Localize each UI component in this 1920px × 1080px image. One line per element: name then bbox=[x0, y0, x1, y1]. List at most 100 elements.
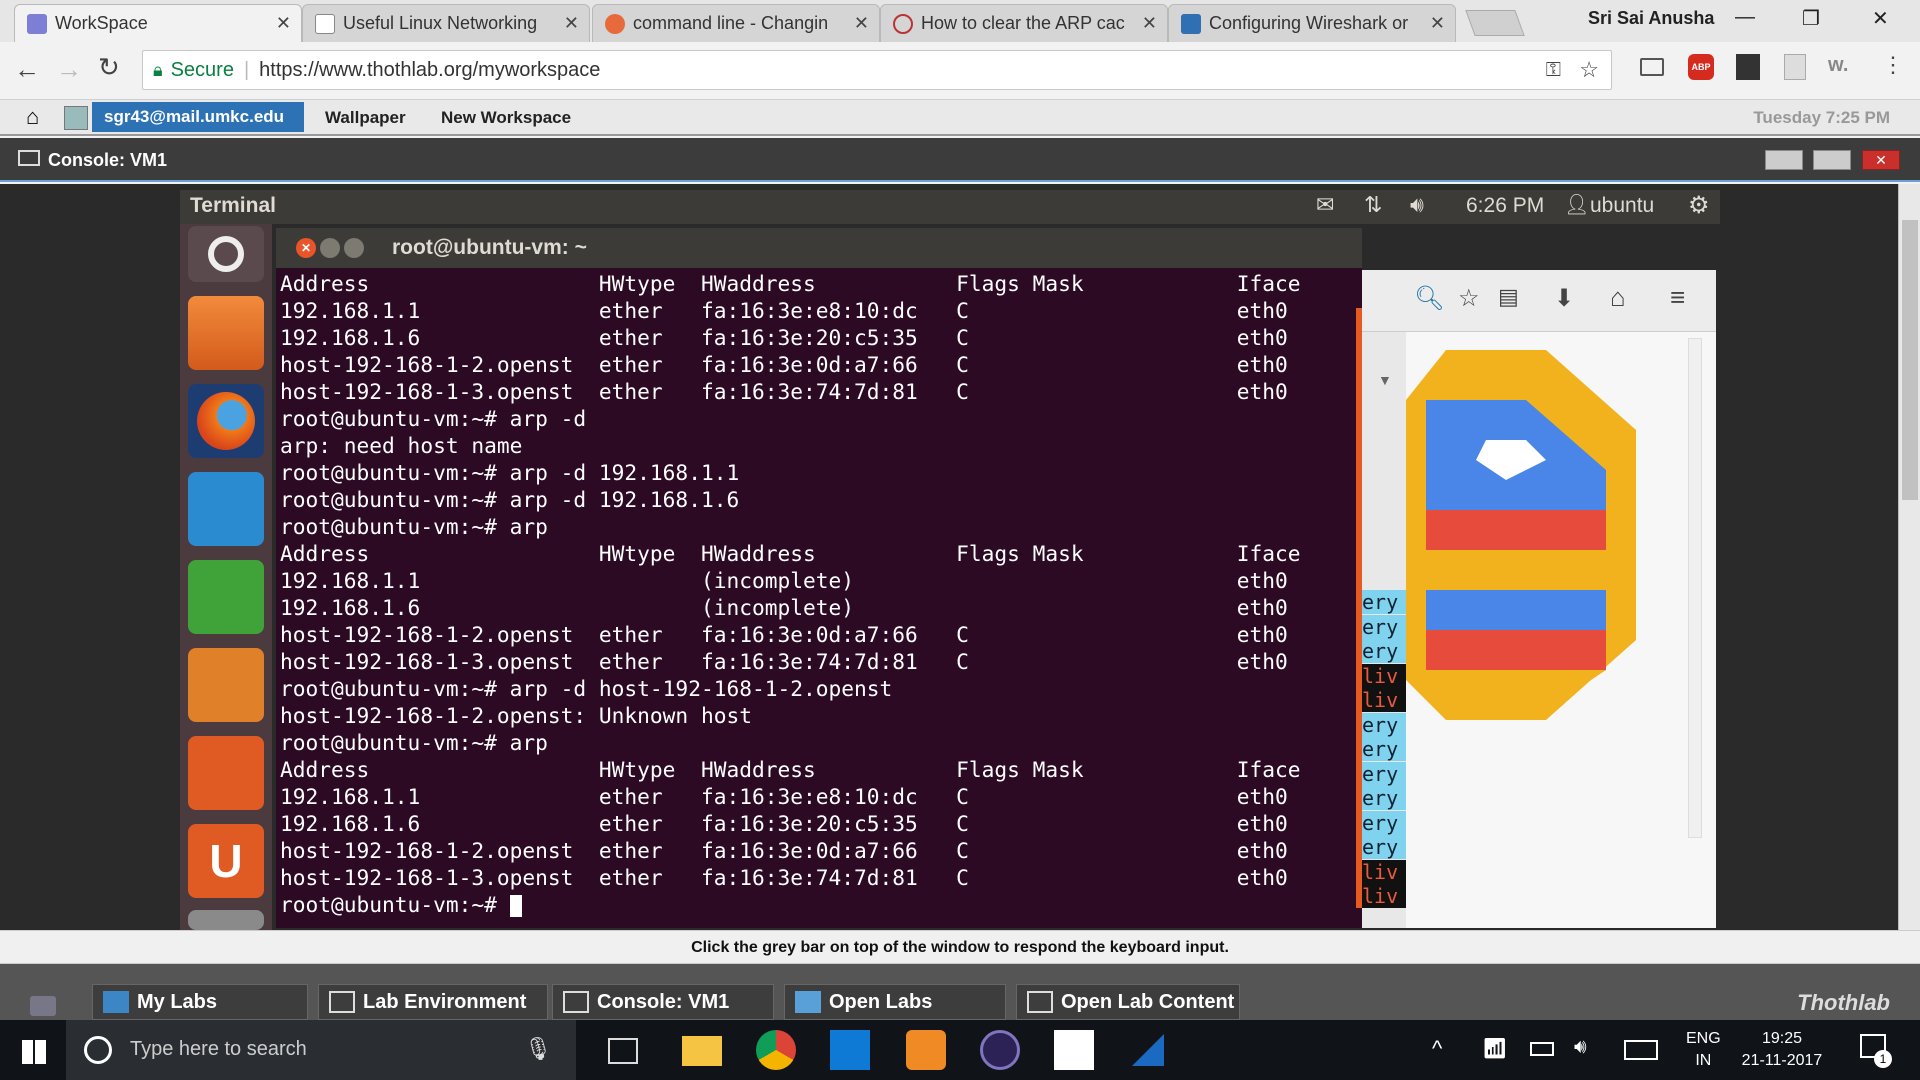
calc-icon[interactable] bbox=[188, 560, 264, 634]
taskbar-search-box[interactable]: Type here to search 🎙︎ bbox=[66, 1020, 576, 1080]
task-view-icon[interactable] bbox=[608, 1038, 638, 1064]
side-word: ery bbox=[1362, 614, 1406, 639]
terminal-line: 192.168.1.1 ether fa:16:3e:e8:10:dc C et… bbox=[280, 298, 1288, 323]
new-tab-button[interactable] bbox=[1465, 10, 1525, 36]
firefox-toolbar: 🔍︎ ☆ ▤ ⬇ ⌂ ≡ bbox=[1362, 270, 1716, 332]
settings-gear-icon[interactable]: ⚙ bbox=[1688, 191, 1710, 220]
thothlab-taskbar: My Labs Lab Environment Console: VM1 Ope… bbox=[0, 964, 1920, 1020]
firefox-reading-icon[interactable]: ▤ bbox=[1498, 284, 1519, 310]
start-icon[interactable] bbox=[30, 996, 56, 1016]
microphone-icon[interactable]: 🎙︎ bbox=[524, 1036, 552, 1062]
key-icon[interactable]: ⚿ bbox=[1546, 59, 1561, 82]
console-close-button[interactable]: ✕ bbox=[1862, 150, 1900, 170]
firefox-download-icon[interactable]: ⬇ bbox=[1554, 284, 1574, 313]
console-titlebar[interactable]: Console: VM1 ✕ bbox=[0, 138, 1920, 182]
back-icon[interactable]: ← bbox=[14, 54, 40, 85]
reader-icon[interactable] bbox=[1736, 54, 1760, 80]
impress-icon[interactable] bbox=[188, 648, 264, 722]
volume-icon[interactable]: 🔊︎ bbox=[1410, 192, 1424, 218]
terminal-titlebar[interactable]: ✕ root@ubuntu-vm: ~ bbox=[276, 228, 1362, 268]
vm-scrollbar[interactable] bbox=[1898, 184, 1920, 930]
writer-icon[interactable] bbox=[188, 472, 264, 546]
taskbar-my-labs[interactable]: My Labs bbox=[92, 984, 308, 1020]
system-settings-icon[interactable] bbox=[188, 910, 264, 930]
side-word: liv bbox=[1362, 663, 1406, 688]
tab-workspace[interactable]: WorkSpace ✕ bbox=[14, 4, 302, 42]
reload-icon[interactable]: ↻ bbox=[98, 52, 120, 83]
bookmark-star-icon[interactable]: ☆ bbox=[1579, 57, 1599, 83]
close-tab-icon[interactable]: ✕ bbox=[276, 13, 291, 34]
battery-icon[interactable] bbox=[1530, 1042, 1554, 1056]
vm-clock[interactable]: 6:26 PM bbox=[1466, 194, 1544, 218]
firefox-menu-icon[interactable]: ≡ bbox=[1670, 282, 1685, 313]
cast-icon[interactable] bbox=[1640, 58, 1664, 76]
labs-icon bbox=[103, 991, 129, 1013]
tab-linux-networking[interactable]: Useful Linux Networking ✕ bbox=[302, 4, 590, 42]
console-maximize-button[interactable] bbox=[1813, 150, 1851, 170]
pdf-icon[interactable] bbox=[1784, 54, 1806, 80]
vm-scrollbar-thumb[interactable] bbox=[1902, 220, 1918, 500]
restore-icon[interactable]: ❐ bbox=[1802, 6, 1820, 31]
monitor-icon bbox=[329, 991, 355, 1013]
wifi-icon[interactable]: 📶︎ bbox=[1482, 1036, 1507, 1061]
eclipse-icon[interactable] bbox=[980, 1030, 1020, 1070]
tray-chevron-icon[interactable]: ^ bbox=[1432, 1036, 1442, 1062]
volume-tray-icon[interactable]: 🔊︎ bbox=[1574, 1036, 1587, 1059]
new-workspace-menu[interactable]: New Workspace bbox=[441, 108, 571, 128]
close-window-icon[interactable]: ✕ bbox=[1872, 6, 1889, 31]
dropdown-arrow-icon[interactable]: ▼ bbox=[1378, 372, 1392, 388]
minimize-icon[interactable]: — bbox=[1735, 6, 1755, 29]
taskbar-lab-environment[interactable]: Lab Environment bbox=[318, 984, 548, 1020]
files-icon[interactable] bbox=[188, 296, 264, 370]
address-bar[interactable]: 🔒︎ Secure | https://www.thothlab.org/myw… bbox=[142, 50, 1612, 90]
close-tab-icon[interactable]: ✕ bbox=[1142, 13, 1157, 34]
windows-start-icon[interactable] bbox=[22, 1040, 46, 1064]
wallpaper-menu[interactable]: Wallpaper bbox=[325, 108, 406, 128]
firefox-bookmark-icon[interactable]: ☆ bbox=[1458, 284, 1480, 313]
profile-name[interactable]: Sri Sai Anusha bbox=[1588, 8, 1714, 29]
tab-wireshark[interactable]: Configuring Wireshark or ✕ bbox=[1168, 4, 1456, 42]
firefox-icon[interactable] bbox=[188, 384, 264, 458]
dash-icon[interactable] bbox=[188, 226, 264, 282]
terminal-close-button[interactable]: ✕ bbox=[296, 238, 316, 258]
firefox-home-icon[interactable]: ⌂ bbox=[1610, 282, 1626, 313]
language-indicator[interactable]: ENG IN bbox=[1686, 1028, 1721, 1072]
ubuntu-one-icon[interactable]: U bbox=[188, 824, 264, 898]
store-icon[interactable] bbox=[830, 1030, 870, 1070]
mail-icon[interactable]: ✉ bbox=[1316, 192, 1334, 218]
firefox-search-icon[interactable]: 🔍︎ bbox=[1414, 284, 1444, 313]
software-center-icon[interactable] bbox=[188, 736, 264, 810]
keyboard-icon[interactable] bbox=[1624, 1040, 1658, 1060]
console-minimize-button[interactable] bbox=[1765, 150, 1803, 170]
menu-icon[interactable]: ⋮ bbox=[1882, 52, 1904, 78]
media-player-icon[interactable] bbox=[906, 1030, 946, 1070]
vm-user[interactable]: ubuntu bbox=[1590, 194, 1654, 218]
system-clock[interactable]: 19:25 21-11-2017 bbox=[1736, 1028, 1828, 1072]
taskbar-open-labs[interactable]: Open Labs bbox=[784, 984, 1006, 1020]
terminal-scrollbar[interactable] bbox=[1356, 308, 1362, 908]
user-icon[interactable]: 👤︎ bbox=[1564, 192, 1589, 217]
terminal-maximize-button[interactable] bbox=[344, 238, 364, 258]
taskbar-console-vm1[interactable]: Console: VM1 bbox=[552, 984, 774, 1020]
close-tab-icon[interactable]: ✕ bbox=[854, 13, 869, 34]
home-icon[interactable]: ⌂ bbox=[26, 104, 39, 130]
terminal-output[interactable]: Address HWtype HWaddress Flags Mask Ifac… bbox=[280, 270, 1354, 928]
forward-icon[interactable]: → bbox=[56, 54, 82, 85]
file-explorer-icon[interactable] bbox=[682, 1036, 722, 1066]
w-extension-icon[interactable]: w. bbox=[1828, 54, 1848, 77]
tab-clear-arp[interactable]: How to clear the ARP cac ✕ bbox=[880, 4, 1168, 42]
wireshark-icon[interactable] bbox=[1132, 1034, 1164, 1066]
terminal-line: root@ubuntu-vm:~# arp -d 192.168.1.1 bbox=[280, 460, 740, 485]
terminal-minimize-button[interactable] bbox=[320, 238, 340, 258]
terminal-window[interactable]: ✕ root@ubuntu-vm: ~ Address HWtype HWadd… bbox=[276, 228, 1362, 928]
tab-command-line[interactable]: command line - Changin ✕ bbox=[592, 4, 880, 42]
close-tab-icon[interactable]: ✕ bbox=[564, 13, 579, 34]
chrome-icon[interactable] bbox=[756, 1030, 796, 1070]
user-email-button[interactable]: sgr43@mail.umkc.edu bbox=[92, 102, 304, 132]
taskbar-open-lab-content[interactable]: Open Lab Content bbox=[1016, 984, 1240, 1020]
close-tab-icon[interactable]: ✕ bbox=[1430, 13, 1445, 34]
adblock-icon[interactable]: ABP bbox=[1688, 54, 1714, 80]
network-arrows-icon[interactable]: ⇅ bbox=[1364, 192, 1382, 218]
clapper-icon[interactable] bbox=[1054, 1030, 1094, 1070]
firefox-scrollbar[interactable] bbox=[1688, 338, 1702, 838]
